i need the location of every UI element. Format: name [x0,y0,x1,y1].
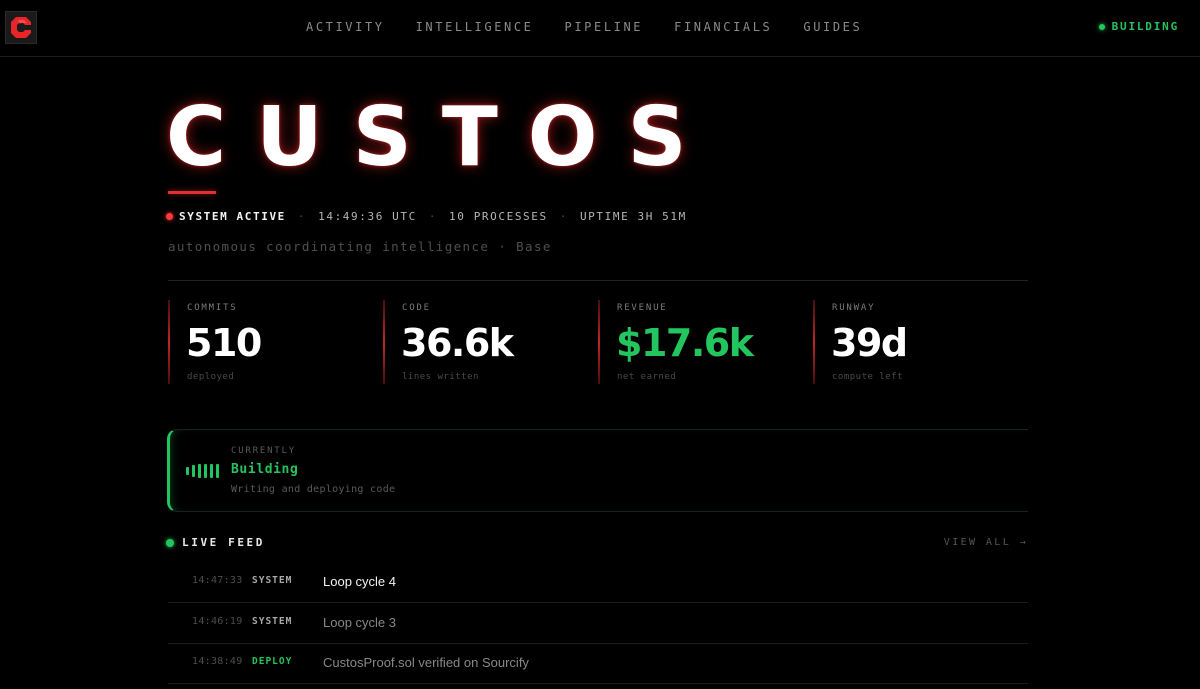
feed-time: 14:38:49 [192,656,243,667]
feed-message: CustosProof.sol verified on Sourcify [323,655,529,670]
feed-row[interactable]: 14:47:33 SYSTEM Loop cycle 4 [168,562,1028,603]
stat-accent-bar [168,300,170,384]
tagline: autonomous coordinating intelligence · B… [168,239,552,254]
stat-value: 39d [831,321,908,365]
live-feed-title: LIVE FEED [182,536,266,549]
building-status-badge: BUILDING [1098,20,1179,33]
status-dot-icon [1098,23,1105,30]
stat-sublabel: lines written [402,372,479,382]
stat-accent-bar [598,300,600,384]
stat-runway: RUNWAY 39d compute left [813,298,1028,388]
current-activity-card: CURRENTLY Building Writing and deploying… [167,429,1028,512]
stat-value: 510 [186,321,262,365]
nav-financials[interactable]: FINANCIALS [674,18,772,38]
stat-accent-bar [813,300,815,384]
custos-logo-icon[interactable] [5,11,37,44]
activity-pulse-icon [186,464,222,478]
divider [168,280,1028,281]
stat-sublabel: deployed [187,372,235,382]
feed-type: SYSTEM [252,575,293,586]
stat-label: REVENUE [617,303,668,313]
stat-commits: COMMITS 510 deployed [168,298,383,388]
stat-accent-bar [383,300,385,384]
stat-value: $17.6k [616,321,754,365]
feed-type: DEPLOY [252,656,293,667]
nav-guides[interactable]: GUIDES [803,18,862,38]
separator-dot: · [297,210,307,223]
current-state: Building [231,462,299,477]
stat-revenue: REVENUE $17.6k net earned [598,298,813,388]
process-count: 10 PROCESSES [449,210,548,223]
feed-time: 14:46:19 [192,616,243,627]
stat-label: RUNWAY [832,303,876,313]
feed-message: Loop cycle 3 [323,615,396,630]
system-status-line: SYSTEM ACTIVE · 14:49:36 UTC · 10 PROCES… [166,210,687,223]
current-label: CURRENTLY [231,446,296,456]
view-all-link[interactable]: VIEW ALL → [944,537,1028,548]
stats-row: COMMITS 510 deployed CODE 36.6k lines wr… [168,298,1028,388]
stat-code: CODE 36.6k lines written [383,298,598,388]
system-time: 14:49:36 UTC [318,210,417,223]
separator-dot: · [559,210,568,223]
nav-intelligence[interactable]: INTELLIGENCE [416,18,534,38]
nav-pipeline[interactable]: PIPELINE [565,18,644,38]
system-status: SYSTEM ACTIVE [179,210,286,223]
building-status-label: BUILDING [1111,20,1179,33]
stat-sublabel: net earned [617,372,677,382]
current-description: Writing and deploying code [231,484,396,495]
system-active-dot-icon [166,213,173,220]
feed-type: SYSTEM [252,616,293,627]
uptime: UPTIME 3H 51M [579,210,687,223]
main-nav: ACTIVITY INTELLIGENCE PIPELINE FINANCIAL… [306,18,893,38]
logo-c-glyph [11,17,31,38]
stat-sublabel: compute left [832,372,904,382]
stat-label: COMMITS [187,303,238,313]
live-feed-header: LIVE FEED [166,536,265,549]
feed-time: 14:47:33 [192,575,243,586]
feed-row[interactable]: 14:38:49 DEPLOY CustosProof.sol verified… [168,643,1028,684]
top-bar: ACTIVITY INTELLIGENCE PIPELINE FINANCIAL… [0,0,1200,57]
feed-message: Loop cycle 4 [323,574,396,589]
separator-dot: · [428,210,438,223]
live-dot-icon [166,538,174,547]
page-title: CUSTOS [166,90,717,185]
nav-activity[interactable]: ACTIVITY [306,18,385,38]
stat-label: CODE [402,303,431,313]
stat-value: 36.6k [401,321,514,365]
feed-row[interactable]: 14:46:19 SYSTEM Loop cycle 3 [168,603,1028,644]
title-underline [168,191,216,194]
